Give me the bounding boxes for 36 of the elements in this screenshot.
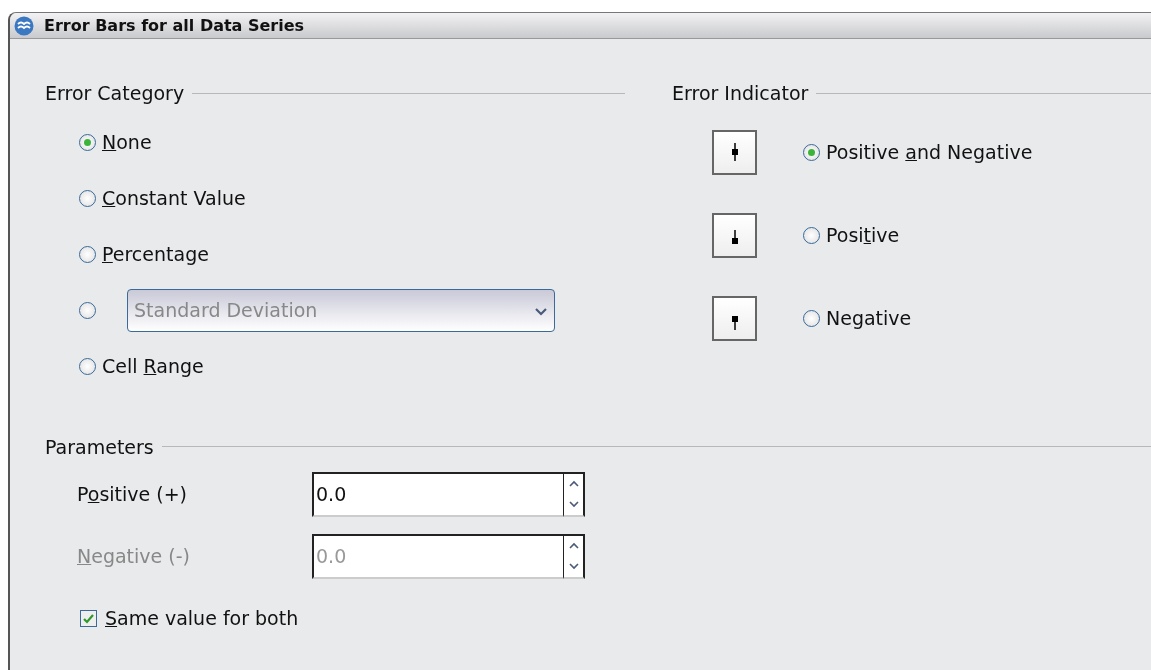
indicator-button[interactable] (712, 295, 757, 341)
section-title: Parameters (45, 434, 154, 460)
radio-button[interactable] (803, 309, 820, 327)
indicator-button[interactable] (712, 212, 757, 258)
chevron-down-icon (534, 305, 548, 316)
field-label: Negative (-) (77, 543, 191, 569)
radio-button[interactable] (79, 246, 96, 263)
radio-label[interactable]: None (102, 128, 152, 157)
error-bar-icon (731, 230, 738, 244)
radio-button[interactable] (803, 226, 820, 244)
spin-down-icon (568, 562, 579, 571)
radio-label[interactable]: Negative (826, 303, 912, 333)
section-title: Error Category (45, 81, 185, 106)
spin-up-icon (568, 479, 579, 488)
radio-button[interactable] (803, 143, 820, 161)
spin-buttons[interactable] (563, 533, 585, 579)
app-icon (14, 15, 34, 36)
field-label: Positive (+) (77, 481, 189, 507)
radio-label[interactable]: Constant Value (102, 184, 246, 213)
radio-label[interactable]: Percentage (102, 240, 209, 269)
spin-up-icon (568, 541, 579, 550)
window-title: Error Bars for all Data Series (44, 14, 305, 37)
indicator-button[interactable] (712, 129, 757, 175)
number-field[interactable]: 0.0 (312, 471, 563, 517)
radio-button[interactable] (79, 190, 96, 207)
spin-buttons[interactable] (563, 471, 585, 517)
radio-button[interactable] (79, 134, 96, 151)
radio-label[interactable]: Cell Range (102, 352, 204, 381)
error-bar-icon (731, 143, 738, 161)
spin-down-icon (568, 500, 579, 509)
section-title: Error Indicator (672, 81, 809, 106)
radio-label[interactable]: Positive (826, 220, 900, 250)
checkbox-label[interactable]: Same value for both (105, 603, 299, 633)
checkbox[interactable] (80, 609, 97, 627)
radio-label[interactable]: Positive and Negative (826, 137, 1033, 167)
radio-button[interactable] (79, 358, 96, 375)
